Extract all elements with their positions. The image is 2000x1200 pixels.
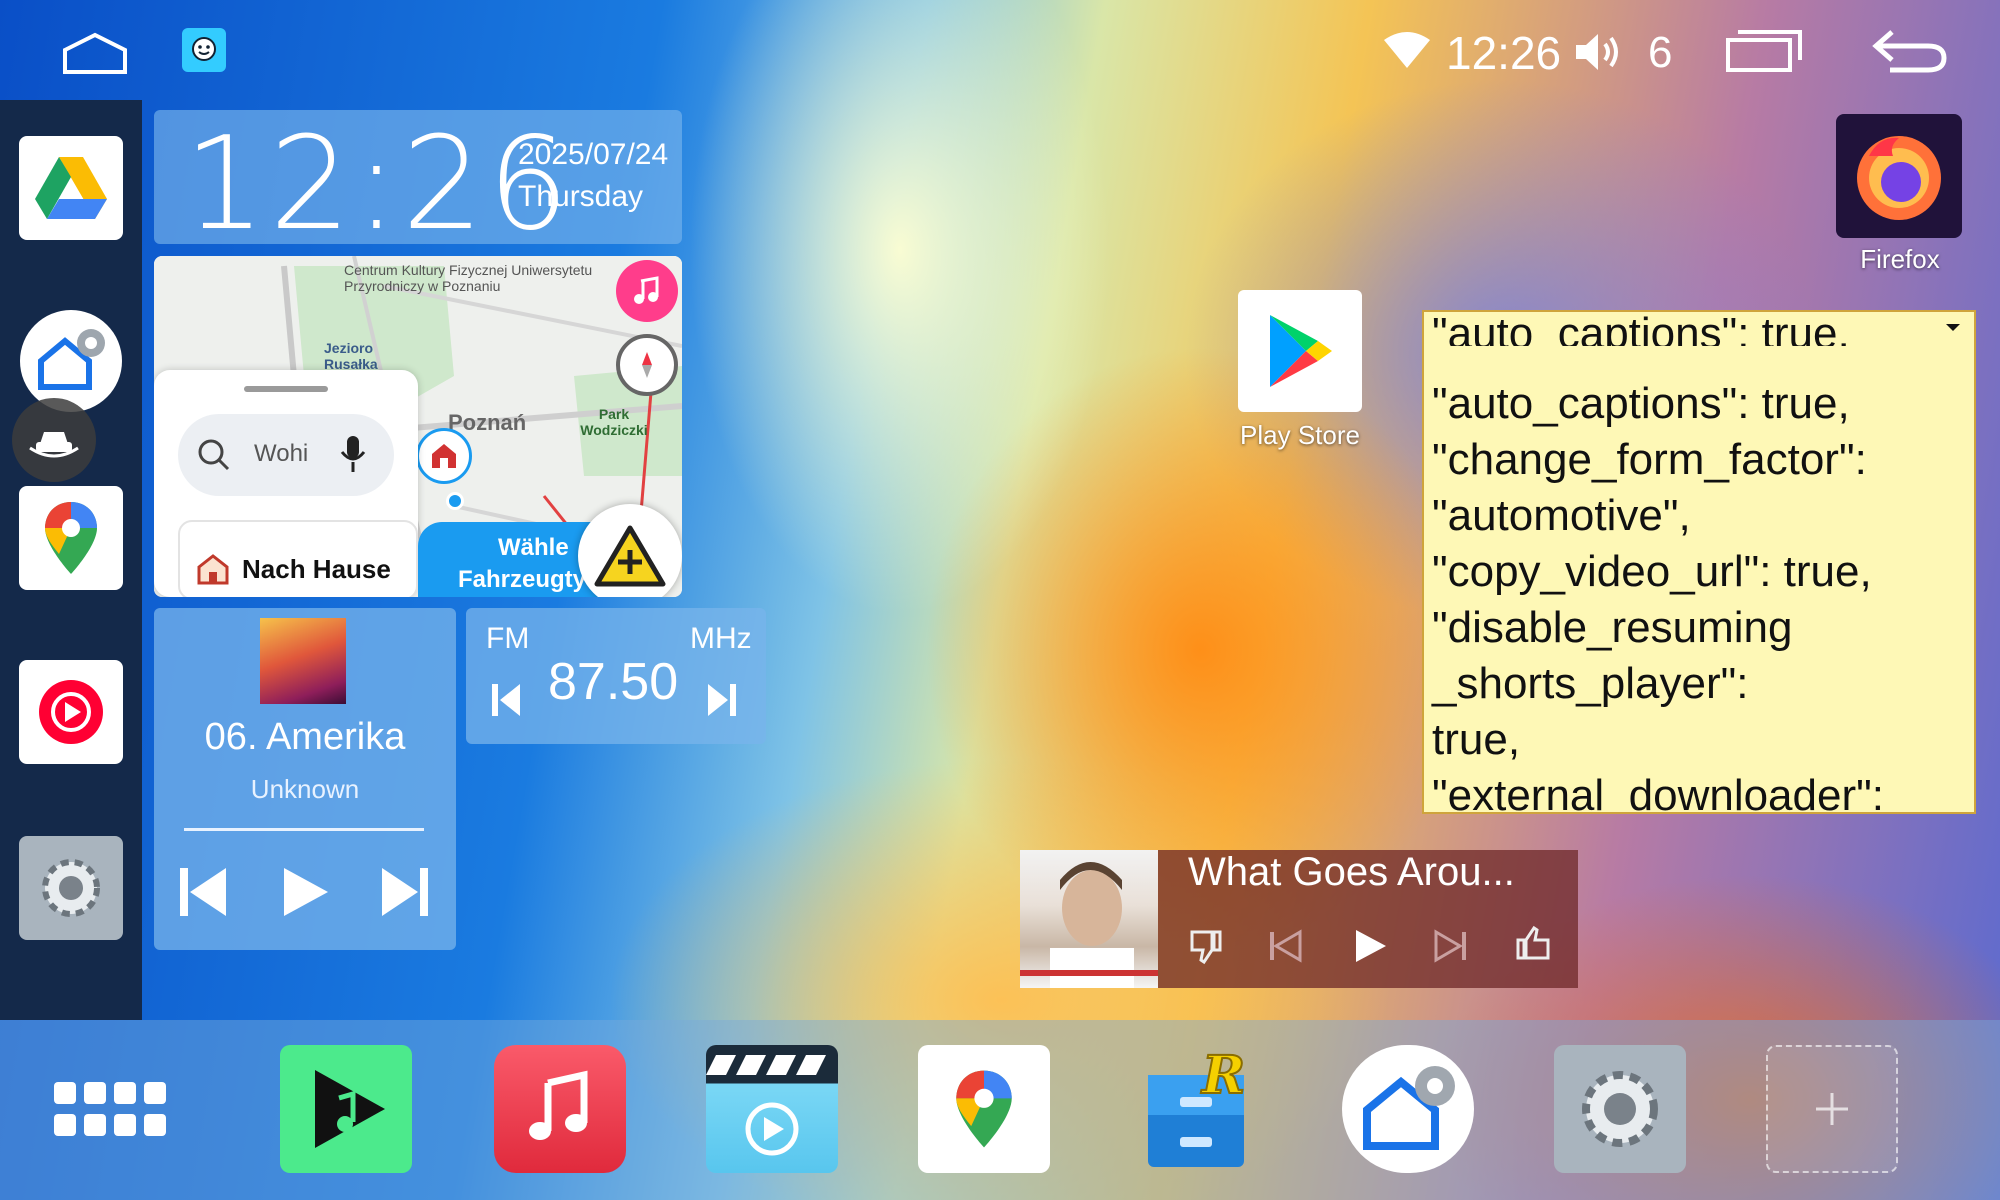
caption-line: "copy_video_url": true, — [1432, 547, 1872, 596]
waze-map-widget[interactable]: Centrum Kultury Fizycznej Uniwersytetu P… — [154, 256, 682, 597]
recent-apps-icon[interactable] — [1724, 28, 1804, 79]
house-icon — [197, 554, 229, 585]
google-maps-dock-icon[interactable] — [918, 1045, 1050, 1173]
volume-level: 6 — [1648, 28, 1673, 77]
warning-plus-icon — [594, 525, 666, 587]
map-label-park: Park Wodziczki — [580, 406, 648, 438]
caption-line: true, — [1432, 715, 1521, 764]
caption-lines: "auto_captions": true, "change_form_fact… — [1432, 376, 1884, 814]
music-progress-bar[interactable] — [184, 828, 424, 831]
rs-file-manager-icon[interactable]: R — [1130, 1045, 1262, 1173]
car-settings-icon[interactable] — [20, 310, 122, 412]
caption-dropdown-icon[interactable] — [1946, 324, 1960, 331]
music-title: 06. Amerika — [204, 716, 406, 758]
thumbs-down-icon[interactable] — [1186, 926, 1226, 966]
clock-day: Thursday — [518, 180, 644, 213]
apple-music-app-icon[interactable] — [494, 1045, 626, 1173]
wifi-icon — [1382, 30, 1432, 75]
volume-icon[interactable] — [1572, 30, 1624, 79]
vehicle-label-2: Fahrzeugty — [458, 566, 587, 593]
add-shortcut-button[interactable] — [1766, 1045, 1898, 1173]
album-art — [260, 618, 346, 704]
radio-widget[interactable]: FM MHz 87.50 — [466, 608, 766, 744]
youtube-music-mini-player[interactable]: What Goes Arou... — [1020, 850, 1578, 988]
home-shortcut-label: Nach Hause — [242, 554, 391, 584]
caption-line: _shorts_player": — [1432, 659, 1749, 708]
current-location-icon — [446, 492, 464, 510]
car-360-icon[interactable] — [12, 398, 96, 482]
app-drawer-icon[interactable] — [54, 1082, 166, 1138]
youtube-music-rail-icon[interactable] — [19, 660, 123, 764]
compass-icon[interactable] — [616, 334, 678, 396]
map-label-center: Centrum Kultury Fizycznej Uniwersytetu P… — [344, 262, 593, 294]
ytm-title: What Goes Arou... — [1188, 850, 1515, 894]
music-widget[interactable]: 06. Amerika Unknown — [154, 608, 456, 950]
svg-text:R: R — [1200, 1045, 1245, 1106]
video-player-app-icon[interactable] — [706, 1045, 838, 1173]
caption-header: "auto_captions": true, — [1432, 310, 1850, 346]
play-icon[interactable] — [280, 864, 330, 920]
clock-time: 12:26 — [184, 110, 573, 259]
caption-line: "external_downloader": — [1432, 771, 1884, 814]
google-maps-rail-icon[interactable] — [19, 486, 123, 590]
back-icon[interactable] — [1870, 26, 1950, 79]
caption-text-box[interactable]: "auto_captions": true, "auto_captions": … — [1422, 310, 1976, 814]
thumbs-up-icon[interactable] — [1514, 924, 1554, 964]
firefox-label: Firefox — [1860, 244, 1940, 274]
music-artist: Unknown — [250, 774, 360, 804]
ytm-album-art — [1020, 850, 1158, 988]
microphone-icon[interactable] — [338, 434, 368, 474]
caption-line: "change_form_factor": — [1432, 435, 1867, 484]
home-shortcut[interactable]: Nach Hause — [178, 520, 418, 597]
radio-band: FM — [486, 622, 530, 655]
play-store-label: Play Store — [1240, 420, 1360, 450]
search-icon — [198, 439, 230, 471]
home-pin-icon — [416, 428, 472, 484]
music-player-app-icon[interactable] — [280, 1045, 412, 1173]
caption-line: "auto_captions": true, — [1432, 379, 1850, 428]
music-app-icon[interactable] — [616, 260, 678, 322]
vehicle-label-1: Wähle — [498, 534, 569, 561]
ytm-previous-icon[interactable] — [1268, 928, 1304, 964]
clock-widget[interactable]: 12:26 2025/07/24 Thursday — [154, 110, 682, 259]
home-outline-icon[interactable] — [60, 30, 130, 76]
play-store-app-icon[interactable] — [1238, 290, 1362, 412]
google-drive-icon[interactable] — [19, 136, 123, 240]
radio-prev-icon[interactable] — [490, 680, 522, 720]
next-track-icon[interactable] — [380, 864, 430, 920]
caption-line: "disable_resuming — [1432, 603, 1793, 652]
clock-date: 2025/07/24 — [518, 138, 669, 171]
left-app-rail — [0, 100, 142, 1020]
search-panel: Wohi Nach Hause — [154, 370, 418, 597]
settings-dock-icon[interactable] — [1554, 1045, 1686, 1173]
car-launcher-settings-dock-icon[interactable] — [1342, 1045, 1474, 1173]
caption-line: "automotive", — [1432, 491, 1691, 540]
status-time: 12:26 — [1446, 27, 1562, 79]
ytm-play-icon[interactable] — [1350, 926, 1390, 966]
radio-next-icon[interactable] — [706, 680, 738, 720]
drag-handle[interactable] — [244, 386, 328, 392]
radio-unit: MHz — [690, 622, 752, 655]
search-input[interactable]: Wohi — [254, 440, 308, 468]
plus-icon — [1816, 1093, 1848, 1125]
firefox-app-icon[interactable] — [1836, 114, 1962, 238]
search-bar[interactable]: Wohi — [178, 414, 394, 496]
status-bar: 12:26 6 — [0, 0, 2000, 100]
ytm-next-icon[interactable] — [1432, 928, 1468, 964]
map-label-lake: Jezioro Rusałka — [324, 340, 378, 372]
waze-notification-icon[interactable] — [182, 28, 226, 72]
settings-rail-icon[interactable] — [19, 836, 123, 940]
report-hazard-button[interactable] — [578, 504, 682, 597]
previous-track-icon[interactable] — [178, 864, 228, 920]
radio-frequency: 87.50 — [548, 653, 679, 711]
